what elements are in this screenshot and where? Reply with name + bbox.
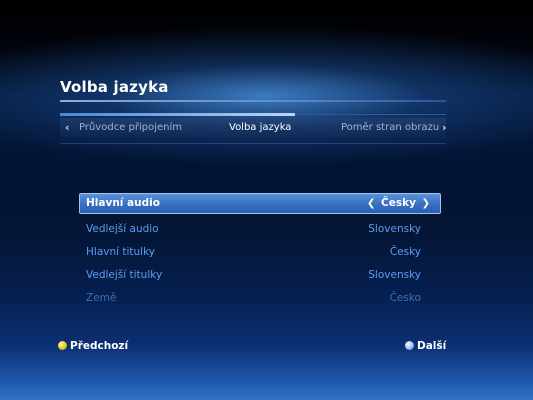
menu-row-secondary-audio[interactable]: Vedlejší audio Slovensky — [79, 218, 441, 241]
page-title: Volba jazyka — [60, 78, 169, 96]
previous-label: Předchozí — [70, 340, 129, 352]
wizard-progress-track — [295, 114, 446, 115]
menu-row-country[interactable]: Země Česko — [79, 287, 441, 310]
menu-row-value: Česky — [381, 197, 416, 209]
menu-row-label: Země — [86, 292, 117, 304]
tab-next-chevron-icon[interactable]: › — [442, 121, 447, 134]
menu-row-main-audio[interactable]: Hlavní audio ❮ Česky ❯ — [79, 193, 441, 214]
previous-button[interactable]: Předchozí — [58, 340, 128, 352]
next-button[interactable]: Další — [405, 340, 446, 352]
menu-row-value: Česky — [389, 246, 421, 258]
blue-button-icon — [405, 341, 414, 350]
next-label: Další — [417, 340, 447, 352]
menu-row-value: Slovensky — [368, 223, 421, 235]
wizard-progress-bar — [60, 113, 295, 116]
tab-language-selection[interactable]: Volba jazyka — [229, 122, 291, 133]
tab-underline — [60, 143, 446, 144]
tab-connection-guide[interactable]: Průvodce připojením — [79, 122, 182, 133]
tab-aspect-ratio[interactable]: Poměr stran obrazu — [341, 122, 439, 133]
language-settings-list: Hlavní audio ❮ Česky ❯ Vedlejší audio Sl… — [79, 193, 441, 310]
menu-row-label: Hlavní audio — [86, 197, 160, 209]
title-divider — [60, 100, 446, 102]
menu-row-main-subtitles[interactable]: Hlavní titulky Česky — [79, 241, 441, 264]
wizard-tabbar: ‹ Průvodce připojením Volba jazyka Poměr… — [60, 113, 447, 145]
tab-prev-chevron-icon[interactable]: ‹ — [65, 121, 70, 134]
menu-row-value-selector[interactable]: ❮ Česky ❯ — [365, 197, 432, 209]
menu-row-value: Slovensky — [368, 269, 421, 281]
yellow-button-icon — [58, 341, 67, 350]
menu-row-secondary-subtitles[interactable]: Vedlejší titulky Slovensky — [79, 264, 441, 287]
menu-row-label: Vedlejší titulky — [86, 269, 163, 281]
menu-row-label: Vedlejší audio — [86, 223, 159, 235]
menu-row-label: Hlavní titulky — [86, 246, 156, 258]
chevron-left-icon[interactable]: ❮ — [365, 198, 377, 209]
screen: Volba jazyka ‹ Průvodce připojením Volba… — [0, 0, 533, 400]
menu-row-value: Česko — [389, 292, 421, 304]
chevron-right-icon[interactable]: ❯ — [420, 198, 432, 209]
